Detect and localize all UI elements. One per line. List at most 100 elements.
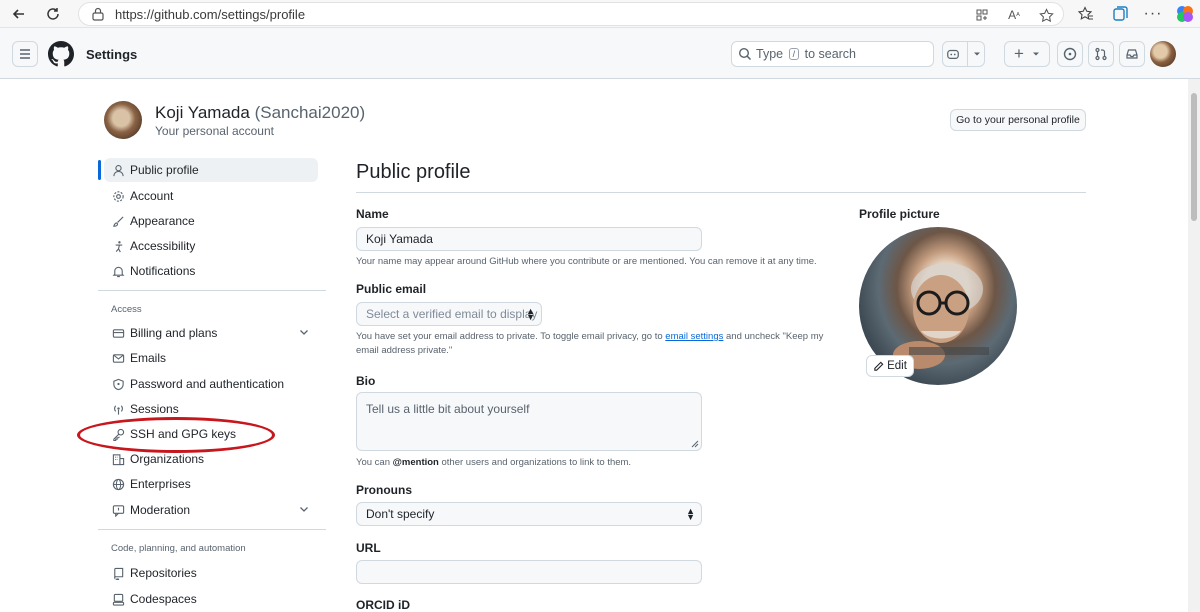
pencil-icon xyxy=(874,361,884,371)
codespaces-icon xyxy=(111,592,125,606)
shield-lock-icon xyxy=(111,377,125,391)
email-privacy-note: You have set your email address to priva… xyxy=(356,331,824,356)
sidebar-item-label: Sessions xyxy=(130,402,179,416)
sidebar-item-label: Account xyxy=(130,189,174,203)
person-icon xyxy=(111,163,125,177)
sidebar-item-repositories[interactable]: Repositories xyxy=(104,561,318,585)
sidebar-item-password-authentication[interactable]: Password and authentication xyxy=(104,372,318,396)
hamburger-menu-icon[interactable] xyxy=(12,41,38,67)
create-new-button[interactable]: + xyxy=(1004,41,1050,67)
favorite-star-icon[interactable] xyxy=(1037,6,1055,24)
collections-icon[interactable] xyxy=(1109,4,1131,24)
orcid-label: ORCID iD xyxy=(356,598,410,612)
browser-toolbar: https://github.com/settings/profile Aᴬ ·… xyxy=(0,0,1200,28)
sidebar-item-codespaces[interactable]: Codespaces xyxy=(104,587,318,611)
github-logo-icon[interactable] xyxy=(48,41,74,67)
search-placeholder: Type / to search xyxy=(756,47,857,61)
sidebar-item-accessibility[interactable]: Accessibility xyxy=(104,234,318,258)
copilot-button[interactable] xyxy=(942,41,985,67)
favorites-icon[interactable] xyxy=(1075,4,1097,24)
bio-note: You can @mention other users and organiz… xyxy=(356,457,632,468)
pronouns-select[interactable]: Don't specify ▲ ▼ xyxy=(356,502,702,526)
gear-icon xyxy=(111,189,125,203)
select-arrows-icon: ▲ ▼ xyxy=(526,306,535,322)
read-aloud-icon[interactable]: Aᴬ xyxy=(1005,6,1023,24)
search-input[interactable]: Type / to search xyxy=(731,41,934,67)
paintbrush-icon xyxy=(111,214,125,228)
accessibility-icon xyxy=(111,239,125,253)
sidebar-item-label: Appearance xyxy=(130,214,195,228)
back-icon[interactable] xyxy=(8,4,30,24)
active-indicator xyxy=(98,160,101,180)
edit-profile-picture-button[interactable]: Edit xyxy=(866,355,914,377)
repo-icon xyxy=(111,566,125,580)
name-field[interactable]: Koji Yamada xyxy=(356,227,702,251)
page-title: Public profile xyxy=(356,161,471,183)
sidebar-item-sessions[interactable]: Sessions xyxy=(104,397,318,421)
address-url[interactable]: https://github.com/settings/profile xyxy=(115,7,305,22)
mail-icon xyxy=(111,351,125,365)
page-scrollbar[interactable] xyxy=(1188,79,1200,612)
resize-handle-icon[interactable] xyxy=(691,440,699,448)
bell-icon xyxy=(111,264,125,278)
sidebar-item-label: Repositories xyxy=(130,566,197,580)
chevron-down-icon[interactable] xyxy=(298,326,310,341)
chevron-down-icon xyxy=(974,52,980,56)
credit-card-icon xyxy=(111,326,125,340)
sidebar-item-public-profile[interactable]: Public profile xyxy=(104,158,318,182)
sidebar-item-label: Codespaces xyxy=(130,592,197,606)
sidebar-item-label: Emails xyxy=(130,351,167,365)
chevron-down-icon[interactable] xyxy=(298,503,310,518)
sidebar-heading-code: Code, planning, and automation xyxy=(111,543,246,554)
url-label: URL xyxy=(356,541,381,555)
pronouns-label: Pronouns xyxy=(356,483,412,497)
sidebar-item-enterprises[interactable]: Enterprises xyxy=(104,472,318,496)
copilot-icon[interactable] xyxy=(1174,4,1196,24)
sidebar-item-label: Password and authentication xyxy=(130,377,285,391)
sidebar-item-label: Enterprises xyxy=(130,477,191,491)
user-avatar-menu[interactable] xyxy=(1150,41,1176,67)
context-title[interactable]: Settings xyxy=(86,47,137,62)
public-email-select[interactable]: Select a verified email to display ▲ ▼ xyxy=(356,302,542,326)
bio-textarea[interactable]: Tell us a little bit about yourself xyxy=(356,392,702,451)
more-options-icon[interactable]: ··· xyxy=(1142,4,1164,24)
email-settings-link[interactable]: email settings xyxy=(665,331,723,342)
sidebar-item-moderation[interactable]: Moderation xyxy=(104,498,318,522)
sidebar-divider xyxy=(98,290,326,291)
user-display-name: Koji Yamada (Sanchai2020) xyxy=(155,103,366,122)
sidebar-item-label: Organizations xyxy=(130,452,205,466)
sidebar-item-appearance[interactable]: Appearance xyxy=(104,209,318,233)
title-divider xyxy=(356,192,1086,193)
sidebar-item-ssh-gpg-keys[interactable]: SSH and GPG keys xyxy=(104,422,318,446)
sidebar-item-notifications[interactable]: Notifications xyxy=(104,259,318,283)
avatar xyxy=(104,101,142,139)
organization-icon xyxy=(111,452,125,466)
chevron-down-icon xyxy=(1032,52,1039,56)
app-available-icon[interactable] xyxy=(973,6,991,24)
sidebar-item-organizations[interactable]: Organizations xyxy=(104,447,318,471)
github-header: Settings Type / to search + xyxy=(0,28,1200,79)
account-type-label: Your personal account xyxy=(155,124,274,138)
name-note: Your name may appear around GitHub where… xyxy=(356,256,817,267)
go-to-profile-button[interactable]: Go to your personal profile xyxy=(950,109,1086,131)
address-bar[interactable]: https://github.com/settings/profile Aᴬ xyxy=(78,2,1064,26)
refresh-icon[interactable] xyxy=(42,4,64,24)
scrollbar-thumb[interactable] xyxy=(1191,93,1197,221)
sidebar-item-billing[interactable]: Billing and plans xyxy=(104,321,318,345)
sidebar-item-label: Billing and plans xyxy=(130,326,218,340)
pull-requests-icon[interactable] xyxy=(1088,41,1114,67)
sidebar-item-account[interactable]: Account xyxy=(104,184,318,208)
url-field[interactable] xyxy=(356,560,702,584)
sidebar-item-emails[interactable]: Emails xyxy=(104,346,318,370)
sidebar-heading-access: Access xyxy=(111,304,142,315)
key-icon xyxy=(111,427,125,441)
report-icon xyxy=(111,503,125,517)
select-arrows-icon: ▲ ▼ xyxy=(686,506,695,522)
inbox-icon[interactable] xyxy=(1119,41,1145,67)
page-info-icon[interactable] xyxy=(91,7,105,24)
bio-label: Bio xyxy=(356,374,376,388)
sidebar-item-label: Moderation xyxy=(130,503,191,517)
sidebar-item-label: Notifications xyxy=(130,264,196,278)
public-email-label: Public email xyxy=(356,282,427,296)
issues-icon[interactable] xyxy=(1057,41,1083,67)
